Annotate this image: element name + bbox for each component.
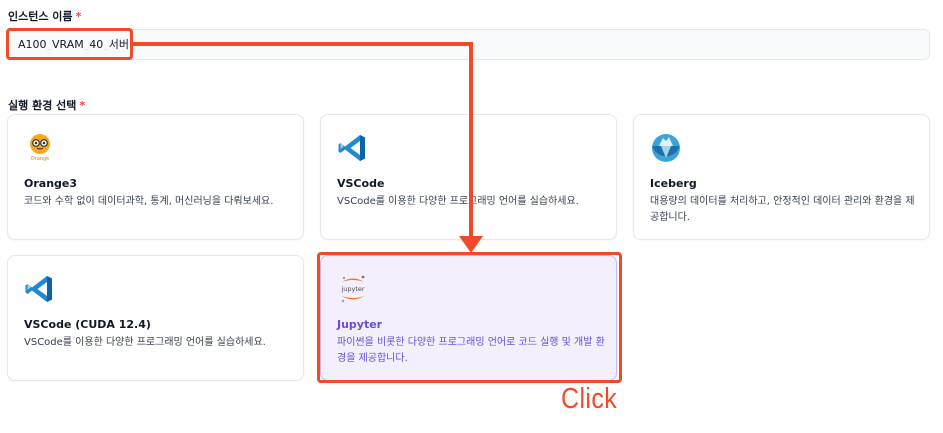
env-card-title: VSCode (CUDA 12.4) [24, 318, 151, 331]
orange3-logo-text: Orange [31, 156, 49, 162]
env-card-description: 코드와 수학 없이 데이터과학, 통계, 머신러닝을 다뤄보세요. [24, 196, 274, 207]
instance-name-label: 인스턴스 이름 * [8, 8, 81, 24]
env-card-title: Iceberg [650, 177, 697, 190]
env-card-description: 대용량의 데이터를 처리하고, 안정적인 데이터 관리와 환경을 제공합니다. [650, 196, 915, 223]
required-mark: * [79, 99, 86, 112]
vscode-icon [25, 276, 52, 302]
annotation-arrow-line [469, 42, 473, 238]
iceberg-icon [652, 134, 680, 162]
orange3-logo-icon: Orange [30, 134, 50, 162]
env-select-label-text: 실행 환경 선택 [8, 99, 77, 112]
env-card-title: Orange3 [24, 177, 78, 190]
annotation-arrow-line [133, 42, 473, 46]
env-card-vscode-cuda[interactable]: VSCode (CUDA 12.4) VSCode를 이용한 다양한 프로그래밍… [7, 255, 304, 381]
env-card-title: VSCode [337, 177, 385, 190]
env-select-label: 실행 환경 선택 * [8, 97, 85, 113]
jupyter-card-highlight [317, 252, 622, 383]
annotation-arrow-head-icon [459, 236, 483, 253]
required-mark: * [75, 10, 82, 23]
env-card-description: VSCode를 이용한 다양한 프로그래밍 언어를 실습하세요. [24, 337, 266, 348]
env-card-iceberg[interactable]: Iceberg 대용량의 데이터를 처리하고, 안정적인 데이터 관리와 환경을… [633, 114, 930, 240]
instance-name-label-text: 인스턴스 이름 [8, 10, 73, 23]
click-annotation-label: Click [561, 383, 618, 415]
env-card-orange3[interactable]: Orange Orange3 코드와 수학 없이 데이터과학, 통계, 머신러닝… [7, 114, 304, 240]
instance-name-highlight [6, 28, 133, 60]
vscode-icon [338, 135, 365, 161]
